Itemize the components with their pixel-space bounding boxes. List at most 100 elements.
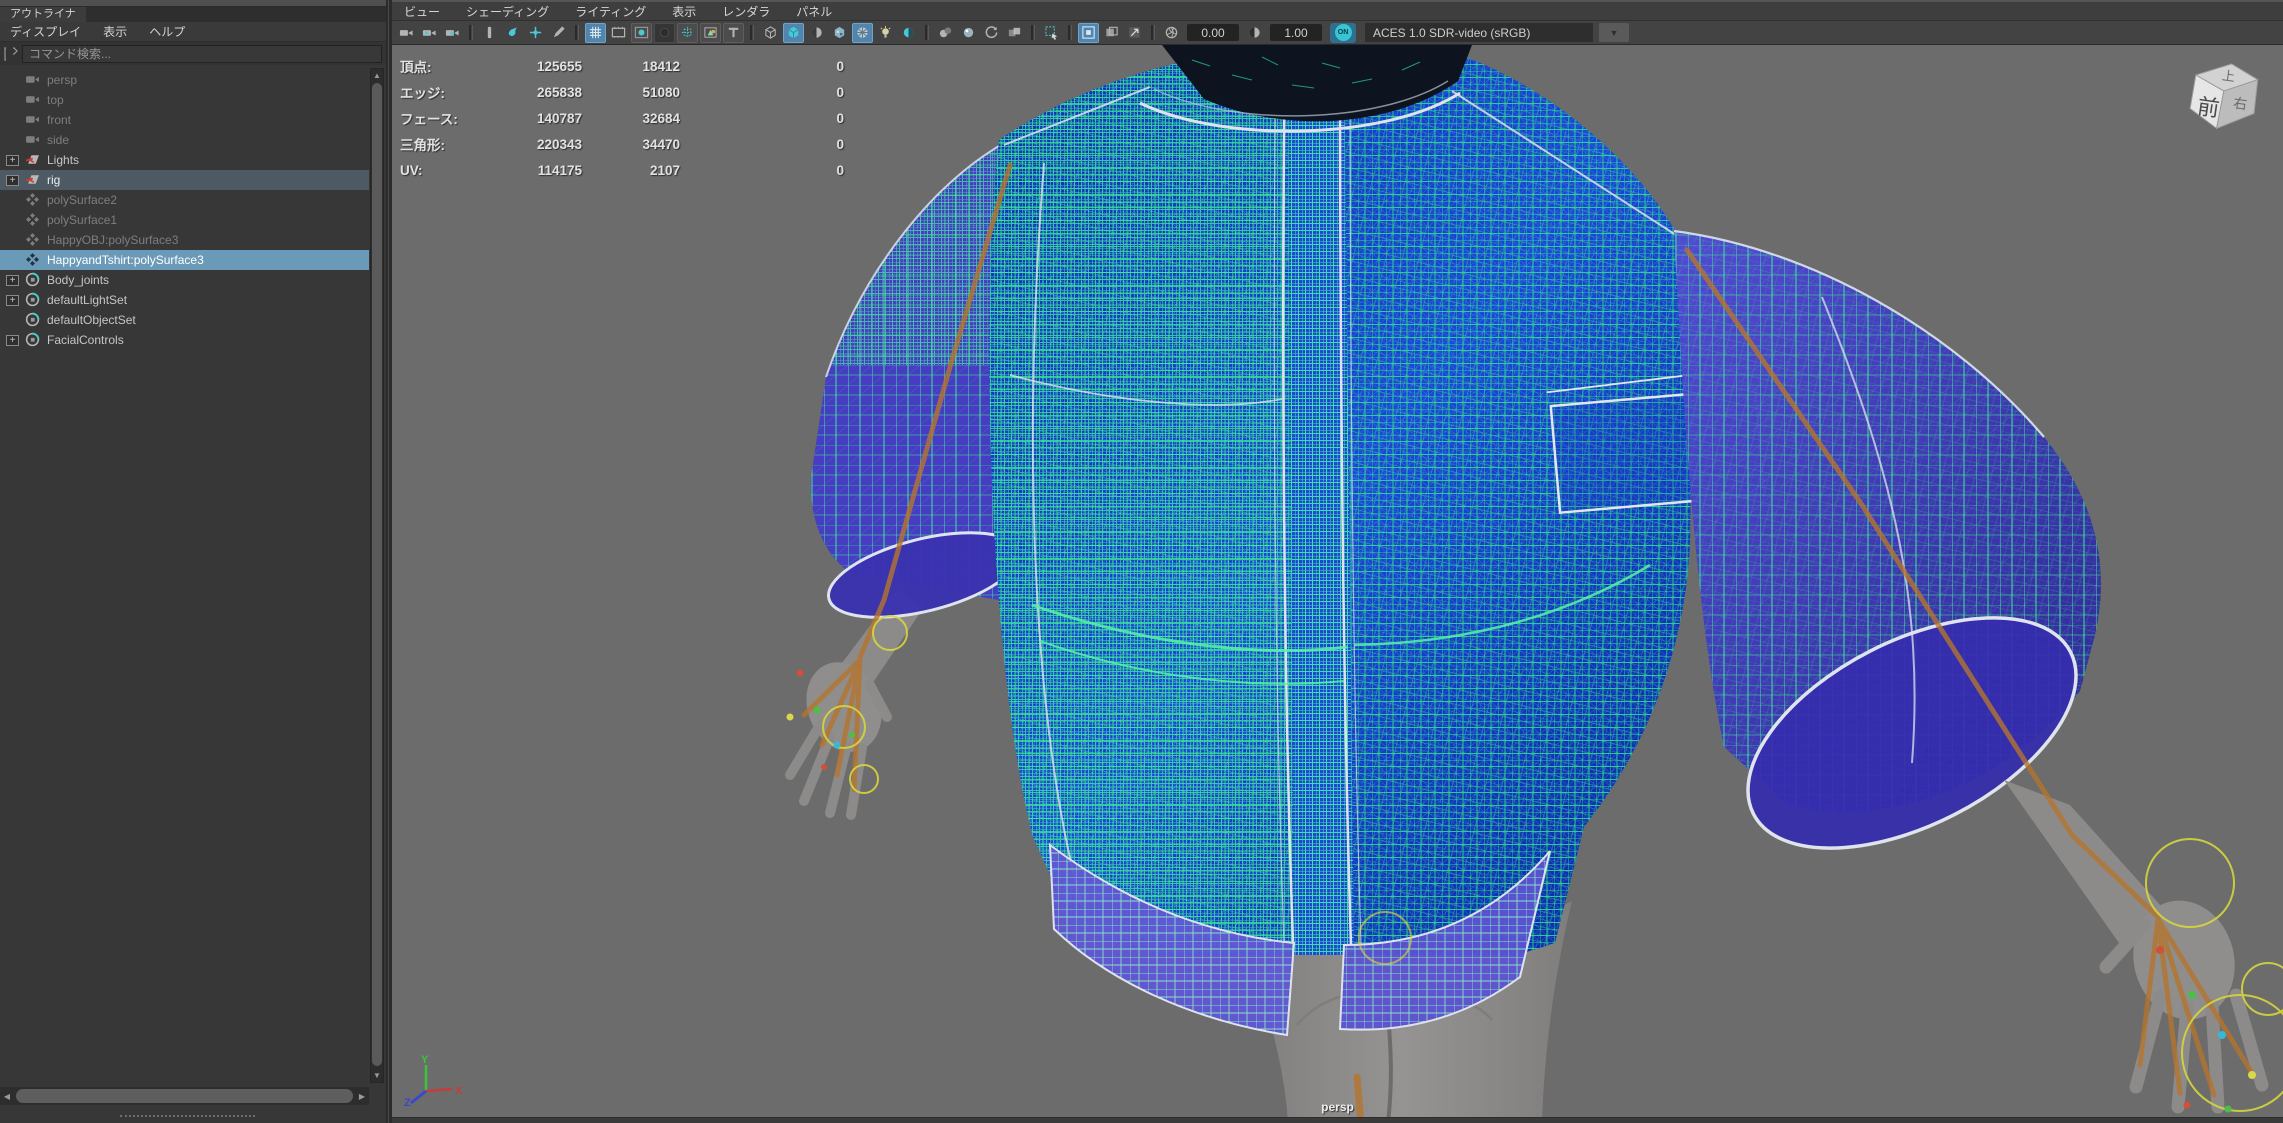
toolbar-exposure-button[interactable]	[1161, 23, 1182, 43]
toolbar-grease-pencil-button[interactable]	[548, 23, 569, 43]
toolbar-wireframe-on-shaded-button[interactable]	[852, 23, 873, 43]
outliner-menu-2[interactable]: ヘルプ	[149, 23, 185, 40]
view-cube-front-label: 前	[2196, 94, 2221, 122]
toolbar-separator	[925, 25, 929, 40]
outliner-item-persp[interactable]: persp	[0, 70, 369, 90]
outliner-item-label: Lights	[47, 153, 79, 167]
outliner-item-polysurface2[interactable]: polySurface2	[0, 190, 369, 210]
outliner-item-rig[interactable]: + rig	[0, 170, 369, 190]
outliner-item-happyobj-polysurface3[interactable]: HappyOBJ:polySurface3	[0, 230, 369, 250]
view-transform-dropdown[interactable]: ACES 1.0 SDR-video (sRGB)▼	[1365, 23, 1629, 42]
outliner-item-defaultlightset[interactable]: + defaultLightSet	[0, 290, 369, 310]
toolbar-select-camera-button[interactable]	[396, 23, 417, 43]
outliner-item-label: side	[47, 133, 69, 147]
toolbar-resolution-gate-button[interactable]	[631, 23, 652, 43]
toolbar-snap-manip-button[interactable]	[525, 23, 546, 43]
viewport-menu-2[interactable]: ライティング	[575, 3, 646, 20]
toolbar-paint-select-button[interactable]	[1041, 23, 1062, 43]
toolbar-field-chart-button[interactable]	[677, 23, 698, 43]
outliner-item-label: rig	[47, 173, 60, 187]
scroll-left-icon[interactable]: ◀	[0, 1092, 14, 1101]
toolbar-separator	[575, 25, 579, 40]
toolbar-camera-attributes-button[interactable]	[442, 23, 463, 43]
hud-selected: 2107	[582, 163, 680, 178]
viewport-menu-4[interactable]: レンダラ	[722, 3, 770, 20]
outliner-item-happyandtshirt-polysurface3[interactable]: HappyandTshirt:polySurface3	[0, 250, 369, 270]
toolbar-film-gate-button[interactable]	[608, 23, 629, 43]
x-axis-label: X	[455, 1085, 463, 1097]
exposure-field[interactable]: 0.00	[1187, 24, 1239, 41]
toolbar-wireframe-button[interactable]	[760, 23, 781, 43]
toolbar-pan-zoom-2d-button[interactable]	[502, 23, 523, 43]
view-cube-top-label: 上	[2221, 68, 2236, 85]
expand-icon[interactable]: +	[6, 275, 19, 286]
expand-icon[interactable]: +	[6, 155, 19, 166]
tab-outliner[interactable]: アウトライナ	[0, 7, 86, 22]
group-icon	[25, 172, 41, 188]
scroll-right-icon[interactable]: ▶	[355, 1092, 369, 1101]
toolbar-motion-blur-button[interactable]	[981, 23, 1002, 43]
scroll-down-icon[interactable]: ▼	[371, 1069, 383, 1082]
hud-row-: 三角形:220343344700	[400, 131, 844, 157]
toolbar-smooth-shade-all-button[interactable]	[783, 23, 804, 43]
vertical-scroll-thumb[interactable]	[372, 83, 382, 1066]
hud-total: 220343	[496, 137, 582, 152]
expand-icon[interactable]: +	[6, 295, 19, 306]
color-management-toggle[interactable]: ON	[1330, 23, 1356, 43]
viewport-menu-5[interactable]: パネル	[796, 3, 832, 20]
scroll-up-icon[interactable]: ▲	[371, 69, 383, 82]
toolbar-grid-button[interactable]	[585, 23, 606, 43]
camera-icon	[25, 72, 41, 88]
toolbar-shadows-button[interactable]	[898, 23, 919, 43]
outliner-menu-0[interactable]: ディスプレイ	[10, 23, 81, 40]
toolbar-multisample-aa-button[interactable]	[1004, 23, 1025, 43]
outliner-item-label: HappyOBJ:polySurface3	[47, 233, 178, 247]
search-scope-icon[interactable]	[4, 47, 18, 61]
hud-other: 0	[680, 85, 844, 100]
outliner-item-lights[interactable]: + Lights	[0, 150, 369, 170]
outliner-item-defaultobjectset[interactable]: defaultObjectSet	[0, 310, 369, 330]
gamma-field[interactable]: 1.00	[1270, 24, 1322, 41]
command-search-input[interactable]	[22, 45, 382, 63]
outliner-item-label: defaultLightSet	[47, 293, 127, 307]
outliner-item-body-joints[interactable]: + Body_joints	[0, 270, 369, 290]
expand-icon[interactable]: +	[6, 175, 19, 186]
toolbar-screen-space-reflection-button[interactable]	[958, 23, 979, 43]
toolbar-ssao-button[interactable]	[935, 23, 956, 43]
viewport-canvas[interactable]: 頂点:125655184120エッジ:265838510800フェース:1407…	[392, 45, 2283, 1123]
toolbar-isolate-select-button[interactable]	[1078, 23, 1099, 43]
toolbar-xray-joints-button[interactable]	[1124, 23, 1145, 43]
outliner-item-polysurface1[interactable]: polySurface1	[0, 210, 369, 230]
toolbar-lock-camera-button[interactable]	[419, 23, 440, 43]
viewport-menu-3[interactable]: 表示	[672, 3, 696, 20]
expand-icon[interactable]: +	[6, 335, 19, 346]
outliner-vertical-scrollbar[interactable]: ▲ ▼	[370, 68, 384, 1083]
toolbar-safe-action-button[interactable]	[700, 23, 721, 43]
view-cube[interactable]: 前 上 右	[2177, 53, 2269, 141]
outliner-item-facialcontrols[interactable]: +FacialControls	[0, 330, 369, 350]
panel-titlebar[interactable]	[0, 0, 386, 7]
outliner-menubar: ディスプレイ 表示 ヘルプ	[0, 22, 386, 42]
toolbar-textured-button[interactable]	[829, 23, 850, 43]
viewport-menu-1[interactable]: シェーディング	[466, 3, 549, 20]
toolbar-gamma-button[interactable]	[1244, 23, 1265, 43]
toolbar-gate-mask-button[interactable]	[654, 23, 675, 43]
toolbar-safe-title-button[interactable]	[723, 23, 744, 43]
camera-icon	[25, 112, 41, 128]
outliner-horizontal-scrollbar[interactable]: ◀ ▶	[0, 1087, 369, 1105]
toolbar-lighting-button[interactable]	[875, 23, 896, 43]
toolbar-use-default-material-button[interactable]	[806, 23, 827, 43]
viewport-menu-0[interactable]: ビュー	[404, 3, 440, 20]
3d-scene	[392, 45, 2283, 1123]
horizontal-scroll-thumb[interactable]	[16, 1089, 353, 1103]
outliner-item-label: HappyandTshirt:polySurface3	[47, 253, 204, 267]
outliner-item-label: Body_joints	[47, 273, 109, 287]
outliner-item-top[interactable]: top	[0, 90, 369, 110]
outliner-item-front[interactable]: front	[0, 110, 369, 130]
outliner-item-side[interactable]: side	[0, 130, 369, 150]
panel-resize-grip[interactable]	[120, 1115, 255, 1117]
dropdown-arrow-icon[interactable]: ▼	[1599, 23, 1629, 42]
outliner-menu-1[interactable]: 表示	[103, 23, 127, 40]
toolbar-image-plane-button[interactable]	[479, 23, 500, 43]
toolbar-xray-button[interactable]	[1101, 23, 1122, 43]
